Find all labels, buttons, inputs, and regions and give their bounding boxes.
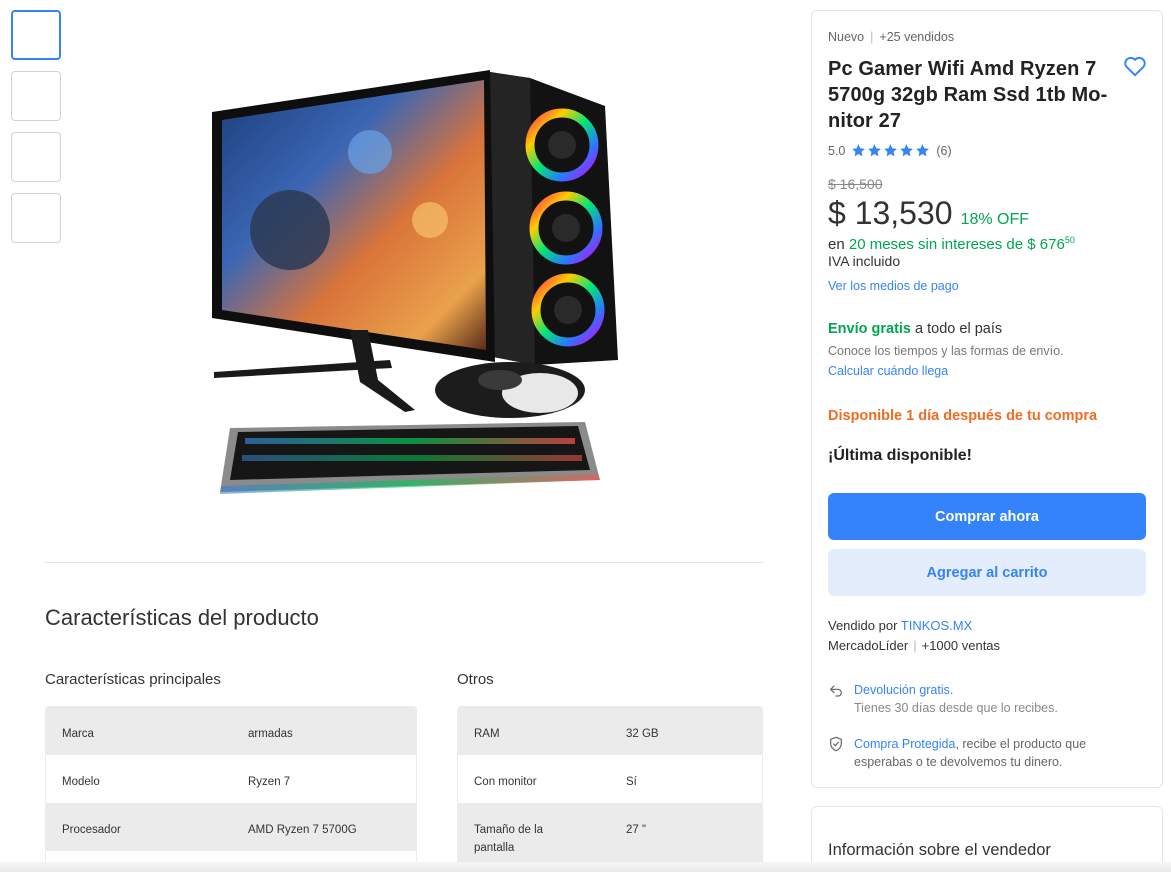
return-subtext: Tienes 30 días desde que lo recibes. [854,701,1058,715]
price-block: $ 13,530 18% OFF [828,195,1029,232]
original-price: $ 16,500 [828,176,883,192]
current-price: $ 13,530 [828,195,953,231]
spec-row: Modelo Ryzen 7 [46,755,416,803]
star-rating [851,143,930,158]
thumbnail-list [11,10,61,254]
add-to-cart-button[interactable]: Agregar al carrito [828,549,1146,596]
meta-separator: | [913,638,917,653]
section-divider [45,562,763,563]
installments-cents: 50 [1064,235,1075,245]
thumbnail-2[interactable] [11,71,61,121]
seller-sales: +1000 ventas [921,638,1001,653]
others-specs-table: RAM 32 GB Con monitor Sí Tamaño de la pa… [457,706,763,872]
thumbnail-4[interactable] [11,193,61,243]
star-icon [852,144,866,157]
protected-purchase-benefit: Compra Protegida, recibe el producto que… [828,735,1134,771]
availability-notice: Disponible 1 día después de tu compra [828,408,1098,424]
installments-prefix: en [828,236,845,253]
pc-gamer-illustration [212,70,618,494]
spec-key: Modelo [62,776,100,788]
spec-value: armadas [248,728,293,740]
spec-key: Con monitor [474,776,537,788]
thumbnail-3[interactable] [11,132,61,182]
return-arrow-icon [830,685,842,697]
rating-value: 5.0 [828,143,846,158]
star-icon [868,144,882,157]
seller-info-title: Información sobre el vendedor [828,841,1051,859]
rating-summary[interactable]: 5.0 (6) [828,143,952,158]
shield-check-icon [830,736,842,752]
sold-count: +25 vendidos [879,30,955,44]
shipping-info: Envío gratis a todo el país [828,321,1002,337]
review-count: (6) [936,143,952,158]
product-image[interactable] [200,60,620,500]
principal-specs-table: Marca armadas Modelo Ryzen 7 Procesador … [45,706,417,872]
installments-info: en 20 meses sin intereses de $ 67650 [828,235,1158,253]
seller-reputation: MercadoLíder | +1000 ventas [828,638,1000,653]
buy-box: Nuevo | +25 vendidos Pc Gamer Wifi Amd Ryz… [811,10,1163,788]
specs-section-title: Características del producto [45,605,319,630]
spec-row: Marca armadas [46,707,416,755]
star-icon [900,144,914,157]
buy-now-button[interactable]: Comprar ahora [828,493,1146,540]
star-icon [916,144,930,157]
product-meta: Nuevo | +25 vendidos [828,30,954,44]
thumbnail-1[interactable] [11,10,61,60]
spec-key: Procesador [62,824,121,836]
shipping-subtext: Conoce los tiempos y las formas de envío… [828,344,1064,358]
seller-name-link[interactable]: TINKOS.MX [901,618,973,633]
star-icon [884,144,898,157]
spec-value: Sí [626,776,637,788]
spec-value: AMD Ryzen 7 5700G [248,824,357,836]
calculate-delivery-link[interactable]: Calcular cuándo llega [828,364,948,378]
protected-purchase-link[interactable]: Compra Protegida [854,737,955,751]
sold-by: Vendido por TINKOS.MX [828,618,972,633]
free-shipping-label: Envío gratis [828,321,911,337]
spec-key: RAM [474,728,500,740]
spec-row: Procesador AMD Ryzen 7 5700G [46,803,416,851]
page-bottom-edge [0,862,1171,872]
spec-row: Con monitor Sí [458,755,762,803]
product-title: Pc Gamer Wifi Amd Ryzen 7 5700g 32gb Ram… [828,58,1108,132]
payment-methods-link[interactable]: Ver los medios de pago [828,279,959,293]
shipping-scope: a todo el país [915,321,1003,337]
spec-key: Marca [62,728,94,740]
discount-badge: 18% OFF [960,211,1030,228]
free-return-link[interactable]: Devolución gratis. [854,683,953,697]
sold-by-label: Vendido por [828,618,898,633]
spec-value: 32 GB [626,728,659,740]
spec-row: RAM 32 GB [458,707,762,755]
seller-badge: MercadoLíder [828,638,909,653]
iva-label: IVA incluido [828,253,901,269]
meta-separator: | [870,30,874,44]
others-specs-title: Otros [457,671,494,688]
return-benefit: Devolución gratis. Tienes 30 días desde … [828,681,1134,717]
favorite-heart-icon[interactable] [1122,53,1148,79]
spec-key: Tamaño de la pantalla [474,824,544,854]
stock-notice: ¡Última disponible! [828,447,972,464]
principal-specs-title: Características principales [45,671,221,688]
spec-value: Ryzen 7 [248,776,291,788]
installments-text: 20 meses sin intereses de $ 676 [848,236,1065,253]
spec-value: 27 " [626,824,647,836]
condition-label: Nuevo [828,30,865,44]
